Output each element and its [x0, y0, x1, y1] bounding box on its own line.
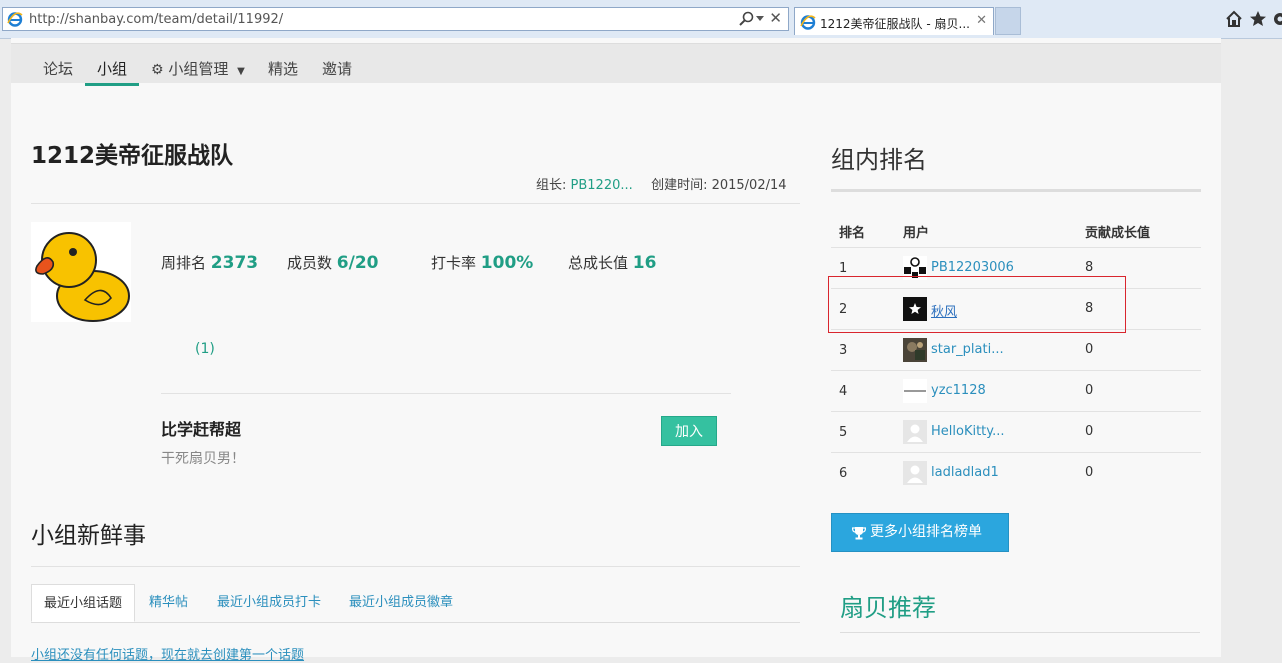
- score-cell: 0: [1085, 424, 1093, 439]
- nav-team-manage-label: 小组管理: [168, 60, 228, 78]
- created-date: 2015/02/14: [712, 178, 787, 193]
- table-row: 2 秋风 8: [831, 288, 1201, 330]
- browser-tab[interactable]: 1212美帝征服战队 - 扇贝... ✕: [794, 7, 994, 35]
- nav-invite[interactable]: 邀请: [322, 58, 352, 79]
- star-icon[interactable]: [1248, 9, 1268, 29]
- tab-essence-posts[interactable]: 精华帖: [149, 584, 188, 622]
- header-score: 贡献成长值: [1085, 222, 1150, 241]
- url-text[interactable]: http://shanbay.com/team/detail/11992/: [29, 12, 283, 27]
- rank-cell: 5: [839, 425, 847, 440]
- gear-icon: ⚙: [151, 62, 164, 78]
- user-link[interactable]: yzc1128: [931, 383, 986, 398]
- text-avatar-icon[interactable]: [903, 379, 927, 403]
- divider: [161, 393, 731, 394]
- sub-navigation: 论坛 小组 ⚙ 小组管理 ▼ 精选 邀请: [11, 44, 1221, 83]
- divider: [831, 189, 1201, 192]
- growth-stat: 总成长值 16: [568, 252, 656, 273]
- gear-icon[interactable]: [1270, 9, 1282, 29]
- close-icon[interactable]: ✕: [976, 13, 987, 28]
- team-meta: 组长: PB1220... 创建时间: 2015/02/14: [536, 174, 787, 193]
- team-title: 1212美帝征服战队: [31, 136, 233, 170]
- nav-forum[interactable]: 论坛: [43, 58, 73, 79]
- members-stat: 成员数 6/20: [287, 252, 379, 273]
- divider: [31, 566, 800, 567]
- new-tab-button[interactable]: [995, 7, 1021, 35]
- leader-link[interactable]: PB1220...: [571, 178, 633, 193]
- user-link[interactable]: HelloKitty...: [931, 424, 1005, 439]
- team-slogan-title: 比学赶帮超: [161, 416, 241, 440]
- active-tab-indicator: [85, 83, 139, 86]
- table-row: 3 star_plati... 0: [831, 329, 1201, 371]
- divider: [840, 632, 1200, 633]
- panda-avatar-icon[interactable]: [903, 256, 927, 280]
- created-label: 创建时间:: [651, 178, 707, 193]
- news-title: 小组新鲜事: [31, 516, 146, 550]
- default-avatar-icon[interactable]: [903, 461, 927, 485]
- user-link[interactable]: PB12203006: [931, 260, 1014, 275]
- create-topic-link[interactable]: 小组还没有任何话题，现在就去创建第一个话题: [31, 644, 304, 663]
- checkin-stat: 打卡率 100%: [431, 252, 533, 273]
- ranking-title: 组内排名: [831, 140, 927, 175]
- leader-label: 组长:: [536, 178, 566, 193]
- rank-cell: 2: [839, 302, 847, 317]
- address-bar[interactable]: http://shanbay.com/team/detail/11992/ ✕: [2, 7, 789, 31]
- divider: [31, 622, 800, 623]
- user-link[interactable]: 秋风: [931, 301, 957, 320]
- page-content: 论坛 小组 ⚙ 小组管理 ▼ 精选 邀请 1212美帝征服战队 组长: PB12…: [11, 38, 1221, 657]
- chevron-down-icon[interactable]: [756, 16, 764, 21]
- more-rankings-button[interactable]: 更多小组排名榜单: [831, 513, 1009, 552]
- recommend-title: 扇贝推荐: [840, 588, 936, 623]
- weekly-rank-value: 2373: [211, 253, 258, 273]
- chevron-down-icon: ▼: [237, 66, 245, 77]
- score-cell: 0: [1085, 383, 1093, 398]
- growth-value: 16: [633, 253, 657, 273]
- rank-cell: 3: [839, 343, 847, 358]
- user-link[interactable]: star_plati...: [931, 342, 1004, 357]
- score-cell: 0: [1085, 342, 1093, 357]
- rank-cell: 6: [839, 466, 847, 481]
- table-row: 5 HelloKitty... 0: [831, 411, 1201, 453]
- tab-recent-topics[interactable]: 最近小组话题: [31, 584, 135, 622]
- home-icon[interactable]: [1224, 9, 1244, 29]
- user-link[interactable]: ladladlad1: [931, 465, 999, 480]
- tab-member-badges[interactable]: 最近小组成员徽章: [349, 584, 453, 622]
- trophy-icon: [852, 526, 866, 540]
- close-icon[interactable]: ✕: [769, 9, 782, 27]
- header-rank: 排名: [839, 222, 865, 241]
- score-cell: 0: [1085, 465, 1093, 480]
- rank-cell: 1: [839, 261, 847, 276]
- header-user: 用户: [903, 222, 929, 241]
- photo-avatar-icon[interactable]: [903, 338, 927, 362]
- members-value: 6/20: [337, 253, 379, 273]
- tab-member-checkins[interactable]: 最近小组成员打卡: [217, 584, 321, 622]
- ie-logo-icon: [7, 11, 23, 27]
- tab-title: 1212美帝征服战队 - 扇贝...: [820, 15, 970, 32]
- nav-team[interactable]: 小组: [97, 58, 127, 79]
- more-rankings-label: 更多小组排名榜单: [870, 514, 982, 551]
- team-slogan-subtitle: 干死扇贝男！: [161, 448, 245, 468]
- join-button[interactable]: 加入: [661, 416, 717, 446]
- badge-count[interactable]: (1): [195, 341, 215, 357]
- rank-cell: 4: [839, 384, 847, 399]
- default-avatar-icon[interactable]: [903, 420, 927, 444]
- browser-chrome: http://shanbay.com/team/detail/11992/ ✕ …: [0, 0, 1282, 39]
- team-avatar: [31, 222, 131, 322]
- table-row: 4 yzc1128 0: [831, 370, 1201, 412]
- divider: [31, 203, 800, 204]
- weekly-rank-stat: 周排名 2373: [161, 252, 258, 273]
- checkin-value: 100%: [481, 253, 534, 273]
- search-icon[interactable]: [738, 11, 756, 27]
- score-cell: 8: [1085, 301, 1093, 316]
- dark-star-avatar-icon[interactable]: [903, 297, 927, 321]
- table-row: 6 ladladlad1 0: [831, 452, 1201, 494]
- table-row: 1 PB12203006 8: [831, 247, 1201, 289]
- nav-team-manage[interactable]: ⚙ 小组管理 ▼: [151, 58, 245, 79]
- score-cell: 8: [1085, 260, 1093, 275]
- ie-logo-icon: [800, 14, 816, 30]
- nav-featured[interactable]: 精选: [268, 58, 298, 79]
